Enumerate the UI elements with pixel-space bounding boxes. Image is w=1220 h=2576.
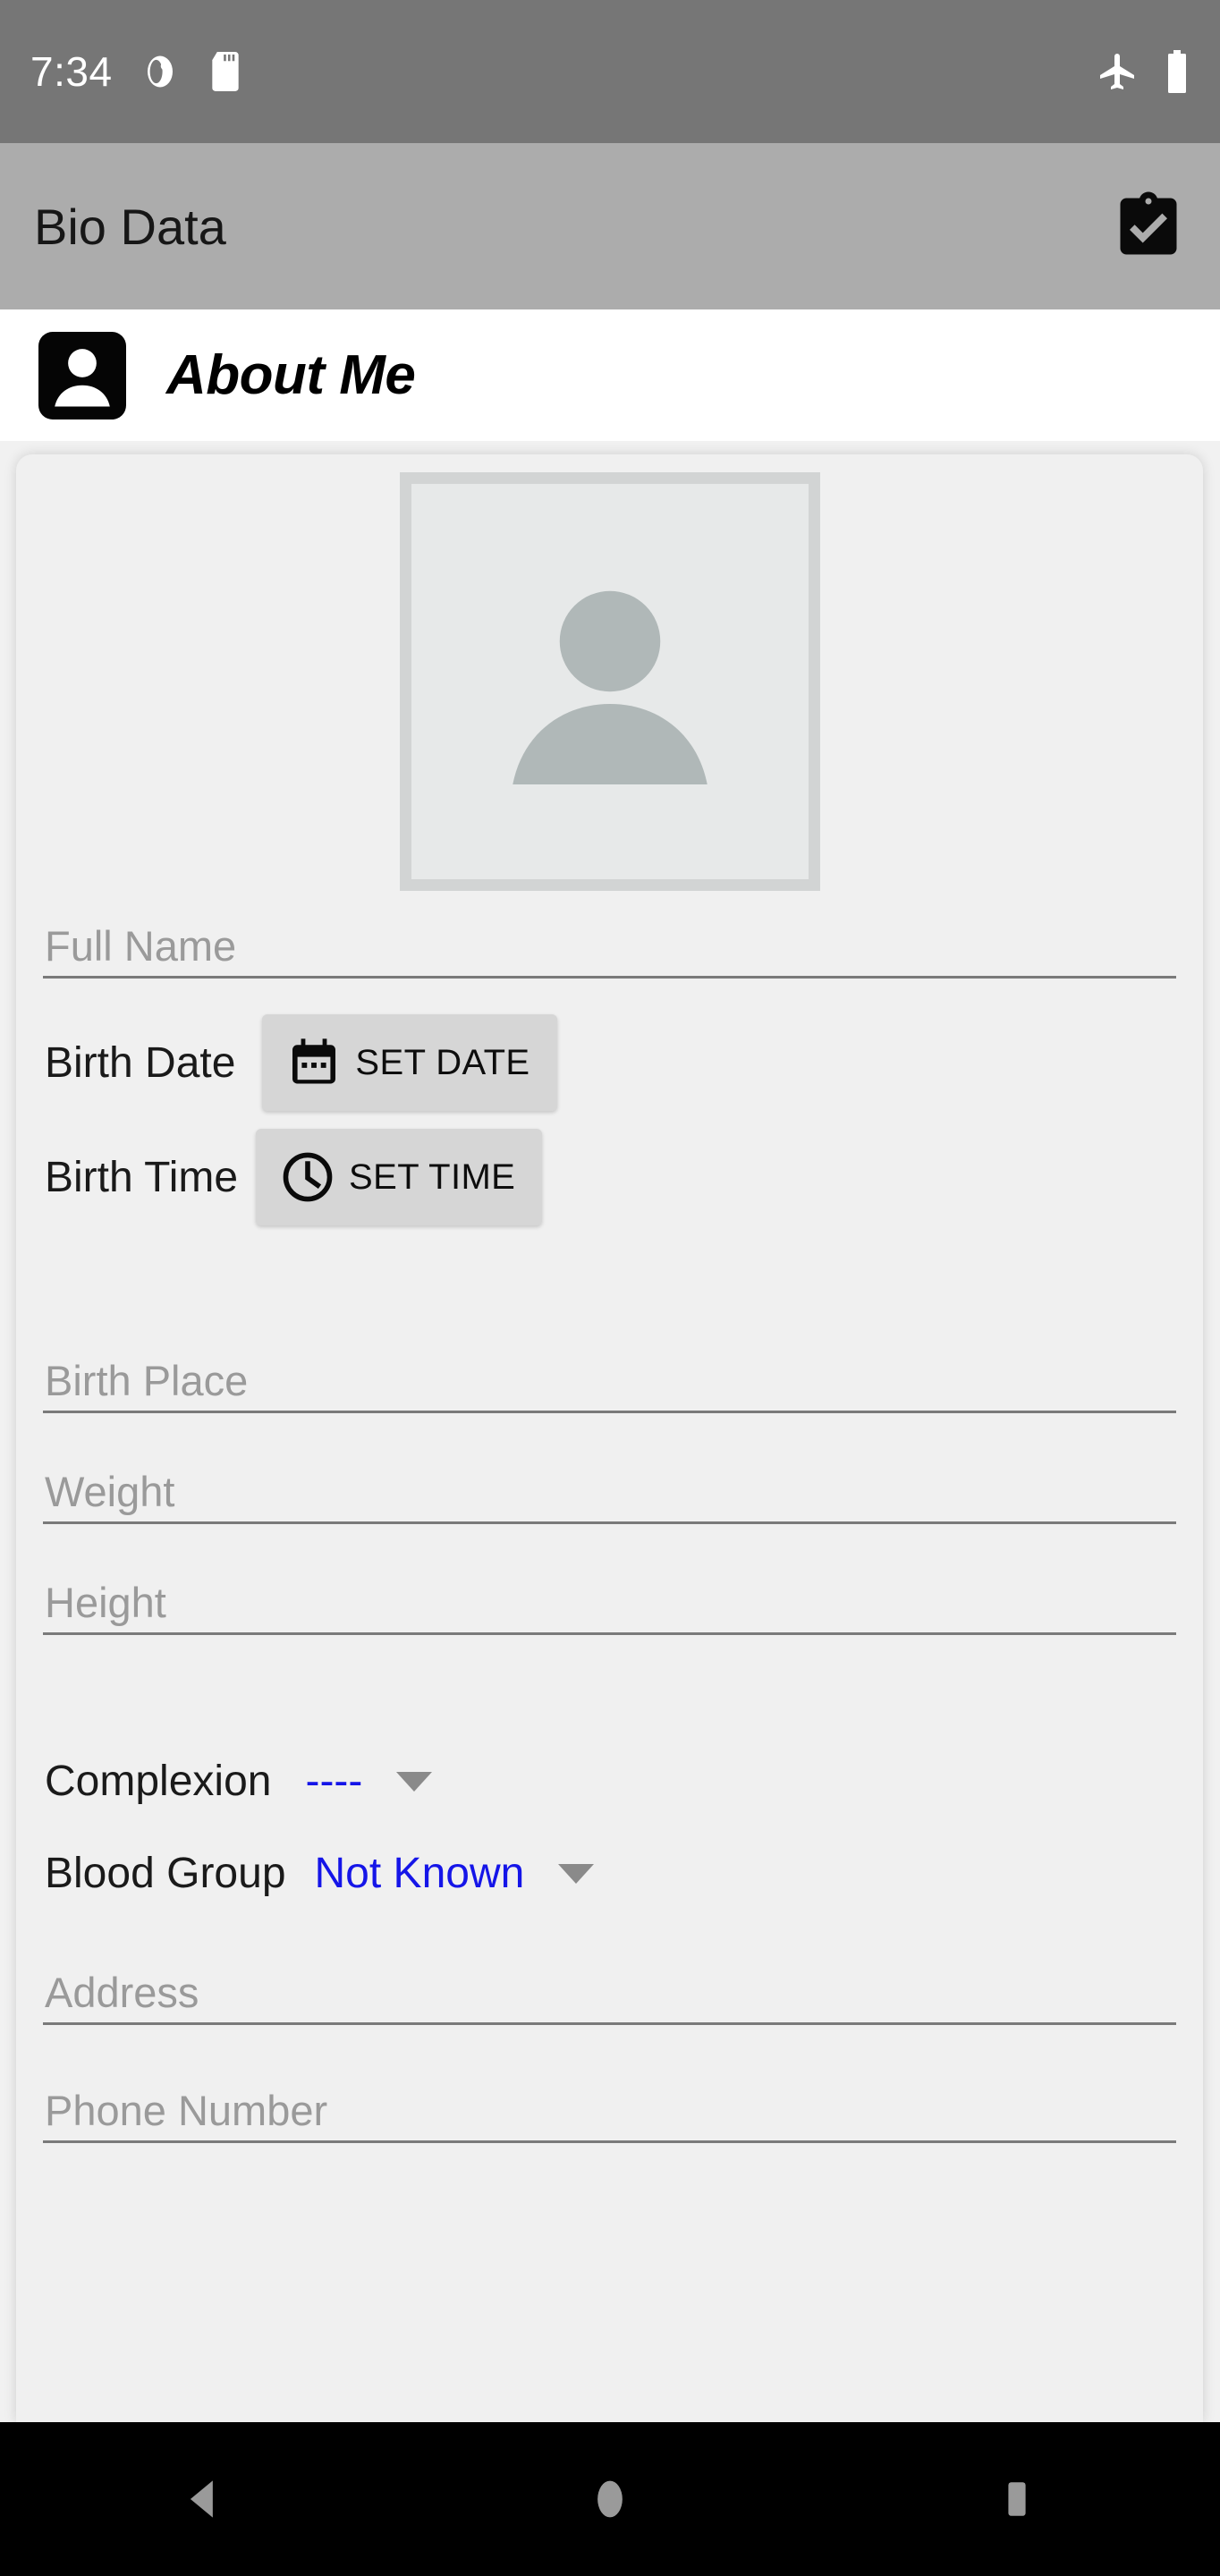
app-bar-actions xyxy=(1111,189,1186,264)
avatar-picker[interactable] xyxy=(43,454,1176,891)
height-input[interactable] xyxy=(43,1578,1176,1632)
back-button[interactable] xyxy=(123,2422,284,2576)
section-header-about-me: About Me xyxy=(0,309,1220,441)
sd-card-icon xyxy=(208,52,243,91)
height-underline xyxy=(43,1632,1176,1635)
clock-icon xyxy=(279,1148,336,1206)
page-title: Bio Data xyxy=(34,198,226,255)
address-underline xyxy=(43,2022,1176,2025)
app-screen: 7:34 Bio Data About Me Full Name Birth D… xyxy=(0,0,1220,2576)
birth-place-underline xyxy=(43,1411,1176,1413)
set-time-label: SET TIME xyxy=(349,1157,516,1197)
chevron-down-icon xyxy=(396,1771,433,1792)
field-height xyxy=(43,1578,1176,1635)
status-bar-left: 7:34 xyxy=(30,47,243,96)
field-address xyxy=(43,1968,1176,2025)
account-box-icon xyxy=(32,326,132,426)
recents-button[interactable] xyxy=(936,2422,1097,2576)
full-name-underline xyxy=(43,976,1176,979)
status-bar-clock: 7:34 xyxy=(30,48,113,95)
airplane-mode-icon xyxy=(1097,50,1140,93)
weight-input[interactable] xyxy=(43,1467,1176,1521)
row-blood-group: Blood Group Not Known xyxy=(43,1836,1176,1911)
field-phone-number xyxy=(43,2086,1176,2143)
blood-group-spinner[interactable]: Not Known xyxy=(304,1836,606,1911)
app-bar: Bio Data xyxy=(0,143,1220,309)
set-time-button[interactable]: SET TIME xyxy=(256,1129,543,1225)
row-complexion: Complexion ---- xyxy=(43,1744,1176,1818)
android-nav-bar xyxy=(0,2422,1220,2576)
field-birth-place xyxy=(43,1356,1176,1413)
calendar-icon xyxy=(285,1034,343,1091)
complexion-spinner[interactable]: ---- xyxy=(294,1744,443,1818)
birth-time-label: Birth Time xyxy=(45,1153,239,1201)
weight-underline xyxy=(43,1521,1176,1524)
row-birth-time: Birth Time SET TIME xyxy=(43,1129,1176,1225)
avatar-frame xyxy=(399,472,820,891)
birth-place-input[interactable] xyxy=(43,1356,1176,1411)
blood-group-value: Not Known xyxy=(314,1850,525,1897)
phone-number-input[interactable] xyxy=(43,2086,1176,2140)
form-container: Birth Date SET DATE xyxy=(16,454,1203,2143)
complexion-label: Complexion xyxy=(45,1758,272,1805)
complexion-value: ---- xyxy=(305,1758,363,1805)
clipboard-check-icon[interactable] xyxy=(1111,189,1186,264)
field-weight xyxy=(43,1467,1176,1524)
person-placeholder-icon xyxy=(476,547,744,816)
section-title: About Me xyxy=(166,344,416,406)
blood-group-label: Blood Group xyxy=(45,1850,286,1897)
address-input[interactable] xyxy=(43,1968,1176,2022)
full-name-input[interactable] xyxy=(43,921,1176,976)
battery-full-icon xyxy=(1165,49,1190,94)
birth-date-label: Birth Date xyxy=(45,1038,236,1087)
data-saver-icon xyxy=(141,53,179,90)
status-bar-right xyxy=(1097,49,1190,94)
row-birth-date: Birth Date SET DATE xyxy=(43,1014,1176,1111)
set-date-label: SET DATE xyxy=(355,1042,530,1082)
bio-data-card: Birth Date SET DATE xyxy=(16,454,1203,2422)
field-full-name xyxy=(43,921,1176,979)
home-button[interactable] xyxy=(530,2422,690,2576)
avatar-inner xyxy=(411,484,809,879)
chevron-down-icon xyxy=(558,1863,595,1884)
set-date-button[interactable]: SET DATE xyxy=(262,1014,557,1111)
status-bar: 7:34 xyxy=(0,0,1220,143)
phone-number-underline xyxy=(43,2140,1176,2143)
